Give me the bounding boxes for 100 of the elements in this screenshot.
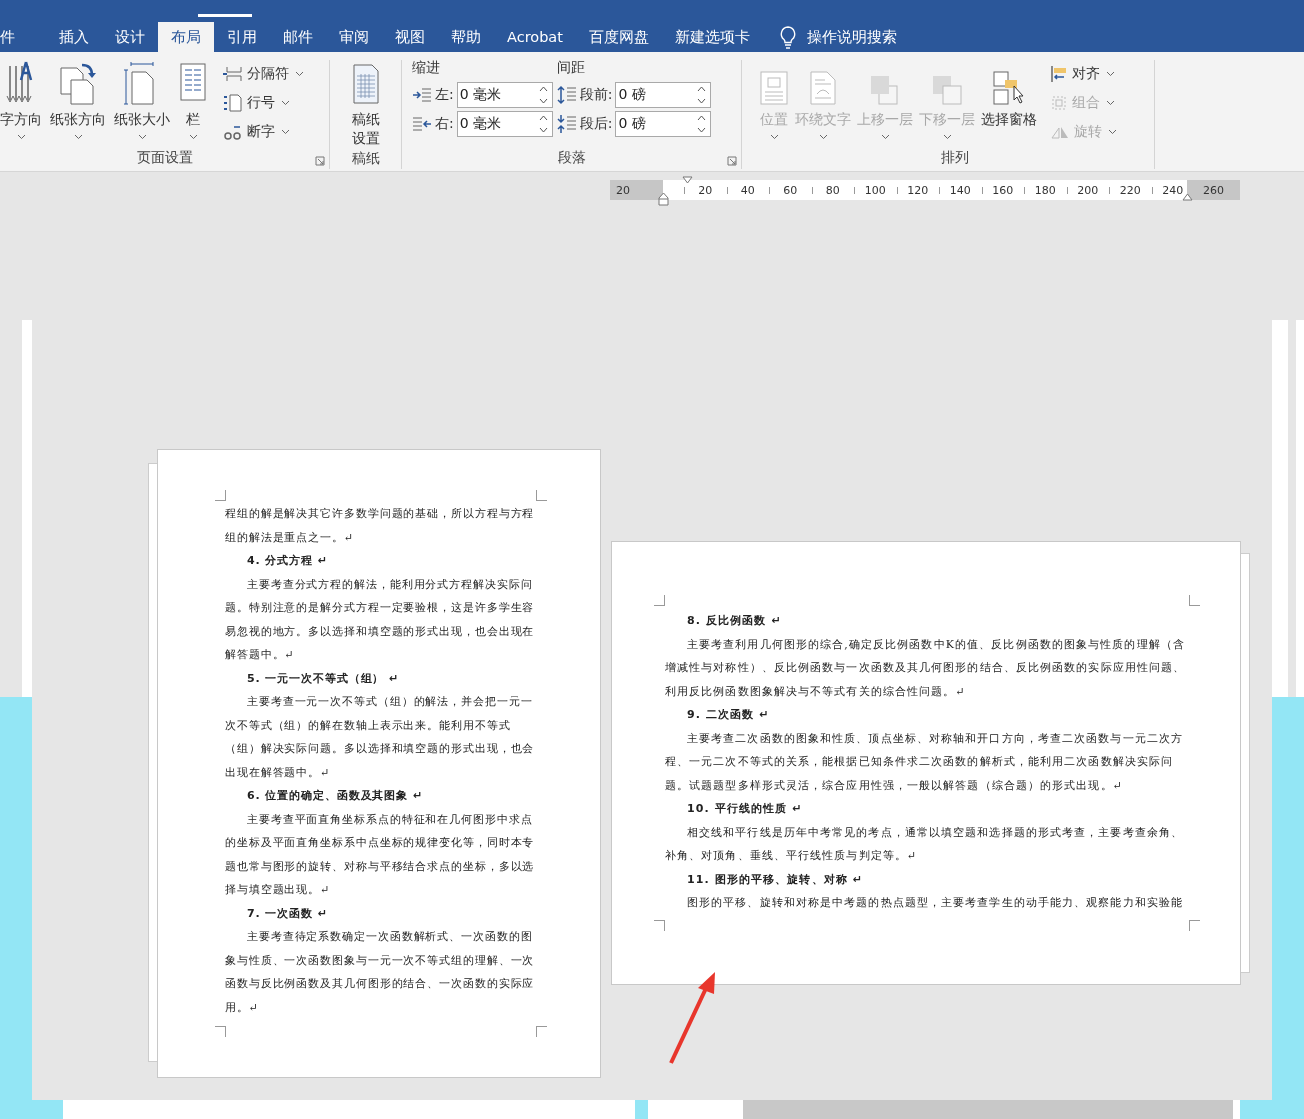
number-field[interactable]: 0 磅: [615, 110, 712, 137]
paragraph: 主要考查平面直角坐标系点的特征和在几何图形中求点的坐标及平面直角坐标系中点坐标的规律变化等，同时本专题也常与图形的旋转、对称与平移结合求点的坐标，多以选择与填空题出现。↵: [225, 811, 536, 898]
ruler-number: 40: [740, 183, 755, 197]
heading: 9. 二次函数 ↵: [686, 707, 771, 723]
indent-icon: [412, 115, 432, 132]
ruler-number: 200: [1077, 183, 1099, 197]
indent-marker-icon: [682, 176, 693, 184]
corner-mark: [536, 1026, 547, 1037]
corner-mark: [536, 490, 547, 501]
ruler-number: 220: [1119, 183, 1141, 197]
ribbon-tab[interactable]: 引用: [214, 22, 270, 52]
number-field[interactable]: 0 磅: [615, 81, 712, 108]
caret-icon: [295, 70, 304, 77]
corner-mark: [215, 1026, 226, 1037]
dialog-launcher-icon: [727, 156, 737, 166]
ribbon-tab[interactable]: 设计: [102, 22, 158, 52]
ribbon-tab[interactable]: 视图: [382, 22, 438, 52]
heading: 11. 图形的平移、旋转、对称 ↵: [686, 871, 865, 888]
ruler[interactable]: 20 40 60 80 100 120 140 160 180 200 220 240: [663, 180, 1187, 200]
title-underline: [198, 14, 252, 17]
ruler-number: 260: [1203, 183, 1224, 197]
caret-icon: [281, 99, 290, 106]
field-label: 段前:: [579, 85, 613, 104]
spinner-icon: [697, 84, 707, 105]
ruler-number: 140: [949, 183, 971, 197]
caret-icon: [1106, 70, 1115, 77]
heading: 7. 一次函数 ↵: [246, 905, 329, 922]
paragraph: 主要考查待定系数确定一次函数解析式、一次函数的图象与性质、一次函数图象与一元一次不等式组的理解、一次函数与反比例函数及其几何图形的结合、一次函数的实际应用。↵: [225, 929, 536, 1016]
spinner-icon: [538, 84, 548, 105]
picture-icon: [759, 70, 789, 106]
ribbon-button[interactable]: 稿纸设置: [346, 60, 385, 148]
paragraph: 主要考查分式方程的解法，能利用分式方程解决实际问题。特别注意的是解分式方程一定要验根，这是许多学生容易忽视的地方。多以选择和填空题的形式出现，也会出现在解答题中。↵: [225, 576, 536, 663]
paragraph: 主要考查一元一次不等式（组）的解法，并会把一元一次不等式（组）的解在数轴上表示出来。能利用不等式（组）解决实际问题。多以选择和填空题的形式出现，也会出现在解答题中。↵: [225, 694, 536, 781]
ruler-number: 120: [907, 183, 929, 197]
spinner-icon: [538, 113, 548, 134]
stacked-squares-icon: [931, 74, 963, 106]
number-field[interactable]: 0 毫米: [456, 110, 553, 137]
paragraph: 主要考查利用几何图形的综合,确定反比例函数中K的值、反比例函数的图象与性质的理解（含增减性与对称性）、反比例函数与一次函数及其几何图形的结合、反比例函数的实际应用性问题、利用反比例函数图象解决与不等式有关的综合性问题。↵: [665, 636, 1186, 700]
ribbon-tab[interactable]: 邮件: [270, 22, 326, 52]
ribbon-tab[interactable]: 件: [0, 22, 46, 52]
indent-marker-icon: [1182, 193, 1193, 201]
ruler-number: 160: [992, 183, 1014, 197]
indent-marker-icon: [658, 192, 669, 206]
group-label: 稿纸: [351, 149, 380, 168]
spinner-icon: [697, 113, 707, 134]
ruler-number: 240: [1162, 183, 1184, 197]
ruler-number: 20: [698, 183, 713, 197]
selection-pane-icon: [992, 70, 1026, 106]
number-field[interactable]: 0 毫米: [456, 81, 553, 108]
paragraph: 主要考查二次函数的图象和性质、顶点坐标、对称轴和开口方向，考查二次函数与一元二次方程、一元二次不等式的关系，能根据已知条件求二次函数的解析式，能利用二次函数解决实际问题。试题题型多样形式灵活，综合应用性强，一般以解答题（综合题）的形式出现。↵: [665, 730, 1185, 794]
corner-mark: [215, 490, 226, 501]
field-label: 右:: [435, 114, 454, 133]
ribbon-tab[interactable]: 帮助: [438, 22, 494, 52]
ruler-number: 60: [783, 183, 798, 197]
group-label: 段落: [557, 149, 586, 167]
ribbon-tab[interactable]: 百度网盘: [575, 22, 662, 52]
paragraph: 图形的平移、旋转和对称是中考题的热点题型，主要考查学生的动手能力、观察能力和实验能: [686, 895, 1185, 911]
dialog-launcher-icon: [315, 156, 325, 166]
caret-icon: [1108, 128, 1117, 135]
corner-mark: [654, 920, 665, 931]
lightbulb-icon: [778, 25, 797, 49]
corner-mark: [654, 595, 665, 606]
ribbon-button[interactable]: 断字: [223, 121, 304, 142]
caret-icon: [281, 128, 290, 135]
ribbon-button[interactable]: 字方向: [0, 60, 45, 140]
section-label: 间距: [556, 58, 586, 77]
paragraph: 相交线和平行线是历年中考常见的考点，通常以填空题和选择题的形式考查，主要考查余角、补角、对顶角、垂线、平行线性质与判定等。↵: [665, 824, 1185, 864]
ribbon-tab[interactable]: 新建选项卡: [661, 22, 763, 52]
heading: 5. 一元一次不等式（组） ↵: [246, 670, 401, 687]
ruler-number: 80: [825, 183, 840, 197]
corner-mark: [1189, 920, 1200, 931]
heading: 10. 平行线的性质 ↵: [686, 801, 804, 817]
corner-mark: [1189, 595, 1200, 606]
heading: 8. 反比例函数 ↵: [686, 613, 783, 629]
field-label: 段后:: [579, 114, 613, 133]
ruler-number: 180: [1034, 183, 1056, 197]
search-box[interactable]: 操作说明搜索: [806, 22, 897, 52]
ribbon-button[interactable]: 栏: [175, 60, 211, 140]
line-spacing-icon: [556, 113, 577, 134]
ribbon-tab[interactable]: 布局: [158, 22, 214, 52]
line-numbers-icon: [223, 93, 243, 112]
grid-paper-icon: [350, 62, 381, 106]
ribbon-button[interactable]: 行号: [223, 92, 304, 113]
ribbon-tab[interactable]: 审阅: [326, 22, 382, 52]
ribbon-button[interactable]: 分隔符: [223, 63, 304, 84]
document-icon: [809, 70, 837, 106]
group-label: 页面设置: [136, 149, 193, 167]
indent-icon: [412, 86, 432, 103]
field-label: 左:: [435, 85, 454, 104]
ribbon-button[interactable]: 对齐: [1050, 63, 1117, 84]
ribbon-button[interactable]: 选择窗格: [978, 60, 1040, 140]
ribbon-tab[interactable]: 插入: [46, 22, 102, 52]
ribbon-button[interactable]: 纸张方向: [47, 60, 109, 140]
ribbon-button[interactable]: 纸张大小: [111, 60, 173, 140]
section-label: 缩进: [412, 58, 441, 77]
group-icon: [1050, 93, 1068, 112]
ribbon-tab[interactable]: Acrobat: [494, 22, 576, 52]
paragraph: 程组的解是解决其它许多数学问题的基础，所以方程与方程组的解法是重点之一。↵: [225, 506, 536, 546]
ruler-number: 20: [616, 183, 630, 197]
align-icon: [1050, 64, 1068, 83]
